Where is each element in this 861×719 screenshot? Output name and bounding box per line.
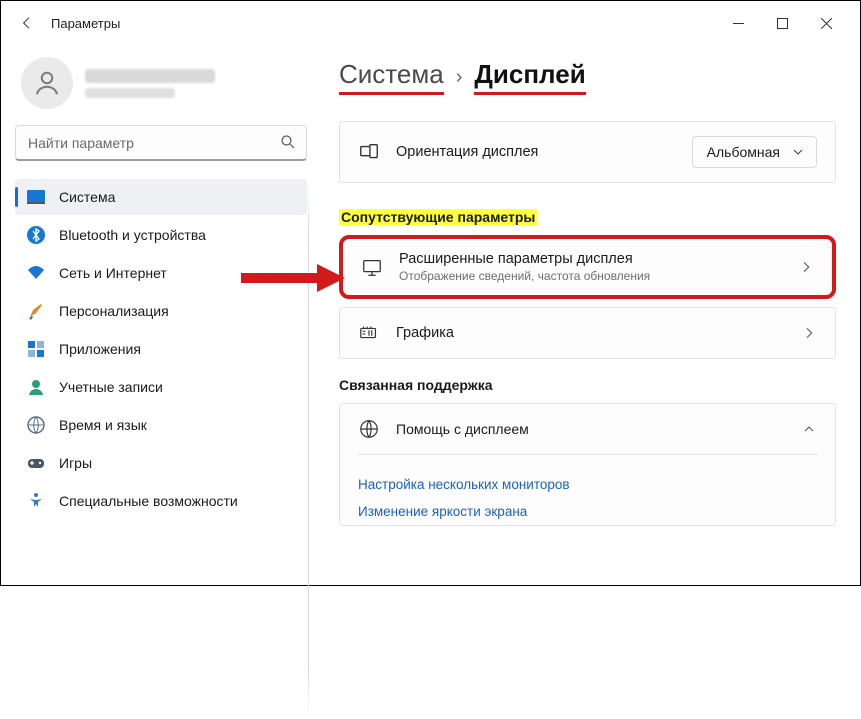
user-block[interactable] xyxy=(15,53,307,125)
chevron-right-icon xyxy=(798,259,814,275)
sidebar-item-label: Сеть и Интернет xyxy=(59,265,167,281)
system-icon xyxy=(27,188,45,206)
sidebar-item-label: Система xyxy=(59,189,115,205)
chevron-right-icon: › xyxy=(456,66,463,89)
advanced-display-sub: Отображение сведений, частота обновления xyxy=(399,269,782,283)
sidebar-item-system[interactable]: Система xyxy=(15,179,307,215)
advanced-display-label: Расширенные параметры дисплея xyxy=(399,251,782,267)
maximize-button[interactable] xyxy=(760,7,804,39)
orientation-row[interactable]: Ориентация дисплея Альбомная xyxy=(339,121,836,183)
sidebar-item-label: Персонализация xyxy=(59,303,169,319)
main-content: Система › Дисплей Ориентация дисплея Аль… xyxy=(321,45,860,585)
support-section-header: Связанная поддержка xyxy=(339,377,836,393)
orientation-label: Ориентация дисплея xyxy=(396,144,676,160)
sidebar-item-label: Bluetooth и устройства xyxy=(59,227,206,243)
sidebar-item-label: Учетные записи xyxy=(59,379,163,395)
help-globe-icon xyxy=(358,418,380,440)
sidebar-item-accounts[interactable]: Учетные записи xyxy=(15,369,307,405)
graphics-icon xyxy=(358,322,380,344)
titlebar: Параметры xyxy=(1,1,860,45)
sidebar-item-label: Специальные возможности xyxy=(59,493,238,509)
close-button[interactable] xyxy=(804,7,848,39)
game-icon xyxy=(27,454,45,472)
user-email-blur xyxy=(85,88,175,98)
sidebar-item-label: Игры xyxy=(59,455,92,471)
search-icon xyxy=(279,133,297,151)
avatar xyxy=(21,57,73,109)
chevron-right-icon xyxy=(801,325,817,341)
user-name-blur xyxy=(85,69,215,83)
chevron-up-icon xyxy=(801,421,817,437)
window-title: Параметры xyxy=(51,16,120,31)
globe-clock-icon xyxy=(27,416,45,434)
orientation-value: Альбомная xyxy=(707,144,780,160)
sidebar-separator xyxy=(308,179,309,719)
wifi-icon xyxy=(27,264,45,282)
graphics-label: Графика xyxy=(396,325,785,341)
orientation-icon xyxy=(358,141,380,163)
monitor-icon xyxy=(361,256,383,278)
sidebar-item-label: Время и язык xyxy=(59,417,147,433)
sidebar-nav: Система Bluetooth и устройства Сеть и Ин… xyxy=(15,179,307,519)
person-icon xyxy=(27,378,45,396)
sidebar: Система Bluetooth и устройства Сеть и Ин… xyxy=(1,45,321,585)
support-links: Настройка нескольких мониторов Изменение… xyxy=(358,454,817,525)
chevron-down-icon xyxy=(790,144,806,160)
related-section-header: Сопутствующие параметры xyxy=(339,209,537,225)
breadcrumb: Система › Дисплей xyxy=(339,59,836,95)
sidebar-item-gaming[interactable]: Игры xyxy=(15,445,307,481)
sidebar-item-accessibility[interactable]: Специальные возможности xyxy=(15,483,307,519)
support-box: Помощь с дисплеем Настройка нескольких м… xyxy=(339,403,836,526)
search-input[interactable] xyxy=(15,125,307,161)
bluetooth-icon xyxy=(27,226,45,244)
sidebar-item-network[interactable]: Сеть и Интернет xyxy=(15,255,307,291)
orientation-dropdown[interactable]: Альбомная xyxy=(692,136,817,168)
brightness-link[interactable]: Изменение яркости экрана xyxy=(358,498,817,525)
brush-icon xyxy=(27,302,45,320)
multi-monitor-link[interactable]: Настройка нескольких мониторов xyxy=(358,471,817,498)
display-help-row[interactable]: Помощь с дисплеем xyxy=(340,404,835,454)
sidebar-item-time-language[interactable]: Время и язык xyxy=(15,407,307,443)
back-button[interactable] xyxy=(13,9,41,37)
apps-icon xyxy=(27,340,45,358)
graphics-row[interactable]: Графика xyxy=(339,307,836,359)
minimize-button[interactable] xyxy=(716,7,760,39)
breadcrumb-parent[interactable]: Система xyxy=(339,59,444,95)
accessibility-icon xyxy=(27,492,45,510)
user-text xyxy=(85,69,215,98)
sidebar-item-apps[interactable]: Приложения xyxy=(15,331,307,367)
advanced-display-row[interactable]: Расширенные параметры дисплея Отображени… xyxy=(339,235,836,299)
sidebar-item-bluetooth[interactable]: Bluetooth и устройства xyxy=(15,217,307,253)
breadcrumb-current: Дисплей xyxy=(474,59,585,95)
display-help-label: Помощь с дисплеем xyxy=(396,421,785,437)
window-controls xyxy=(716,7,848,39)
sidebar-item-label: Приложения xyxy=(59,341,141,357)
search-field[interactable] xyxy=(15,125,307,161)
sidebar-item-personalization[interactable]: Персонализация xyxy=(15,293,307,329)
